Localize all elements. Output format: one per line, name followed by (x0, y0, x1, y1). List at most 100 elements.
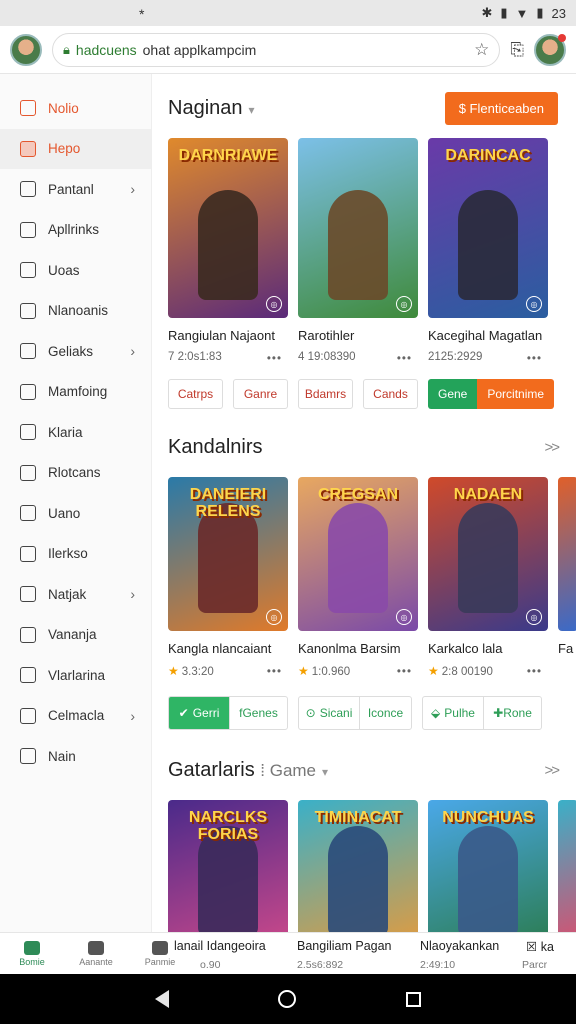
sidebar-item[interactable]: Geliaks › (0, 331, 151, 372)
game-thumbnail[interactable]: TIMINACAT◎ (298, 800, 418, 932)
main-content: Naginan ▾ $ Flenticeaben DARNRIAWE ◎ Rangiu… (152, 74, 576, 932)
more-options-icon[interactable]: ••• (397, 666, 412, 678)
game-title[interactable]: Fa (558, 641, 576, 656)
star-icon: ★ (428, 664, 439, 678)
sidebar-item[interactable]: Uano (0, 493, 151, 534)
sidebar-item[interactable]: Klaria (0, 412, 151, 453)
wifi-icon: ▼ (515, 5, 529, 21)
split-orange[interactable]: Porcitnime (477, 379, 555, 409)
sidebar-item[interactable]: Ilerkso (0, 534, 151, 575)
game-thumbnail[interactable]: CREGSAN ◎ (298, 477, 418, 631)
profile-tab[interactable]: ☒ ka (526, 939, 554, 954)
game-title[interactable]: Rangiulan Najaont (168, 328, 288, 343)
share-icon[interactable]: ⎘ (510, 40, 524, 60)
filter-button[interactable]: Bdamrs (298, 379, 353, 409)
sidebar-item[interactable]: Rlotcans (0, 453, 151, 494)
nav-apps[interactable]: Aanante (64, 933, 128, 974)
install-button[interactable]: ⊙ Sicani (299, 697, 359, 729)
game-card-peek[interactable]: Fa (558, 477, 576, 678)
game-title[interactable]: Kangla nlancaiant (168, 641, 288, 656)
game-card[interactable]: NADAEN ◎ Karkalco lala ★ 2:8 00190 ••• (428, 477, 548, 678)
home-button-icon[interactable] (278, 990, 297, 1008)
sidebar-item[interactable]: Hepo (0, 128, 151, 169)
game-card[interactable]: CREGSAN ◎ Kanonlma Barsim ★ 1:0.960 ••• (298, 477, 418, 678)
game-card[interactable]: DANEIERI RELENS ◎ Kangla nlancaiant ★ 3.3:20… (168, 477, 288, 678)
sidebar-item[interactable]: Natjak › (0, 574, 151, 615)
chevron-right-icon: › (130, 586, 135, 603)
play-badge-icon: ◎ (526, 609, 542, 625)
game-card[interactable]: ◎ Rarotihler 4 19:08390 ••• (298, 138, 418, 365)
secondary-button[interactable]: ✚ Rone (483, 697, 541, 729)
game-thumbnail[interactable]: NUNCHUAS◎ (428, 800, 548, 932)
game-thumbnail[interactable]: NARCLKS FORIAS◎ (168, 800, 288, 932)
more-chevron-icon[interactable]: >> (544, 762, 559, 779)
game-card[interactable]: TIMINACAT◎ (298, 800, 418, 932)
game-card[interactable]: DARINCAC ◎ Kacegihal Magatlan 2125:2929 ••• (428, 138, 548, 365)
sidebar-item[interactable]: Apllrinks (0, 210, 151, 251)
peek-card-name[interactable]: Bangiliam Pagan (297, 939, 392, 953)
hero-art (328, 190, 388, 300)
section-title[interactable]: Naginan ▾ (168, 97, 255, 120)
url-domain: hadcuens (75, 41, 137, 58)
sidebar-item[interactable]: Pantanl › (0, 169, 151, 210)
more-chevron-icon[interactable]: >> (544, 439, 559, 456)
account-avatar[interactable] (534, 33, 566, 66)
game-title[interactable]: Kacegihal Magatlan (428, 328, 548, 343)
section-title[interactable]: Kandalnirs (168, 436, 263, 459)
bottom-nav: Bomie Aanante Panmie lanail Idangeoira o… (0, 932, 576, 974)
install-pair[interactable]: ⊙ Sicani Iconce (298, 696, 412, 730)
game-thumbnail[interactable]: DARNRIAWE ◎ (168, 138, 288, 318)
sidebar-item[interactable]: Nlanoanis (0, 291, 151, 332)
follow-button[interactable]: $ Flenticeaben (444, 91, 558, 125)
game-card[interactable]: DARNRIAWE ◎ Rangiulan Najaont 7 2:0s1:83 ••• (168, 138, 288, 365)
section-title[interactable]: Gatarlaris ⁞ Game ▾ (168, 759, 328, 782)
more-options-icon[interactable]: ••• (527, 353, 542, 365)
menu-icon (20, 464, 36, 481)
game-thumbnail[interactable]: DARINCAC ◎ (428, 138, 548, 318)
sidebar-item[interactable]: Nain (0, 736, 151, 777)
more-options-icon[interactable]: ••• (527, 666, 542, 678)
game-card[interactable]: NARCLKS FORIAS◎ (168, 800, 288, 932)
sidebar-item[interactable]: Mamfoing (0, 372, 151, 413)
game-card[interactable]: NUNCHUAS◎ (428, 800, 548, 932)
peek-card-name[interactable]: lanail Idangeoira (174, 939, 266, 953)
peek-card-meta: 2:49:10 (420, 959, 456, 971)
profile-avatar[interactable] (10, 33, 42, 66)
filter-button[interactable]: Catrps (168, 379, 223, 409)
secondary-button[interactable]: Iconce (359, 697, 411, 729)
install-button[interactable]: ✔ Gerri (169, 697, 229, 729)
sidebar-item[interactable]: Vananja (0, 615, 151, 656)
art-title: CREGSAN (317, 486, 398, 503)
game-thumbnail[interactable]: ◎ (298, 138, 418, 318)
install-pair[interactable]: ✔ Gerri fGenes (168, 696, 288, 730)
install-button[interactable]: ⬙ Pulhe (423, 697, 483, 729)
address-bar[interactable]: 🔒︎ hadcuens ohat applkampcim ☆ (52, 32, 501, 67)
game-thumbnail[interactable]: NADAEN ◎ (428, 477, 548, 631)
sidebar-item[interactable]: Vlarlarina (0, 655, 151, 696)
split-action-button[interactable]: Gene Porcitnime (428, 379, 555, 409)
sidebar-item[interactable]: Uoas (0, 250, 151, 291)
game-card-peek[interactable] (558, 800, 576, 932)
nav-home[interactable]: Bomie (0, 933, 64, 974)
browser-toolbar: 🔒︎ hadcuens ohat applkampcim ☆ ⎘ (0, 26, 576, 74)
bookmark-star-icon[interactable]: ☆ (474, 40, 489, 60)
sidebar-item-label: Mamfoing (48, 384, 108, 400)
game-title[interactable]: Karkalco lala (428, 641, 548, 656)
install-pair[interactable]: ⬙ Pulhe ✚ Rone (422, 696, 542, 730)
filter-button[interactable]: Cands (363, 379, 418, 409)
split-green[interactable]: Gene (428, 379, 478, 409)
game-title[interactable]: Rarotihler (298, 328, 418, 343)
secondary-button[interactable]: fGenes (229, 697, 287, 729)
more-options-icon[interactable]: ••• (397, 353, 412, 365)
back-icon[interactable] (154, 990, 169, 1008)
sidebar-item[interactable]: Celmacla › (0, 696, 151, 737)
game-thumbnail[interactable]: DANEIERI RELENS ◎ (168, 477, 288, 631)
more-options-icon[interactable]: ••• (267, 353, 282, 365)
filter-button[interactable]: Ganre (233, 379, 288, 409)
more-options-icon[interactable]: ••• (267, 666, 282, 678)
sidebar-item[interactable]: Nolio (0, 88, 151, 129)
peek-card-name[interactable]: Nlaoyakankan (420, 939, 499, 953)
game-title[interactable]: Kanonlma Barsim (298, 641, 418, 656)
card-row: DARNRIAWE ◎ Rangiulan Najaont 7 2:0s1:83 •••… (168, 138, 576, 365)
recents-icon[interactable] (406, 991, 422, 1007)
